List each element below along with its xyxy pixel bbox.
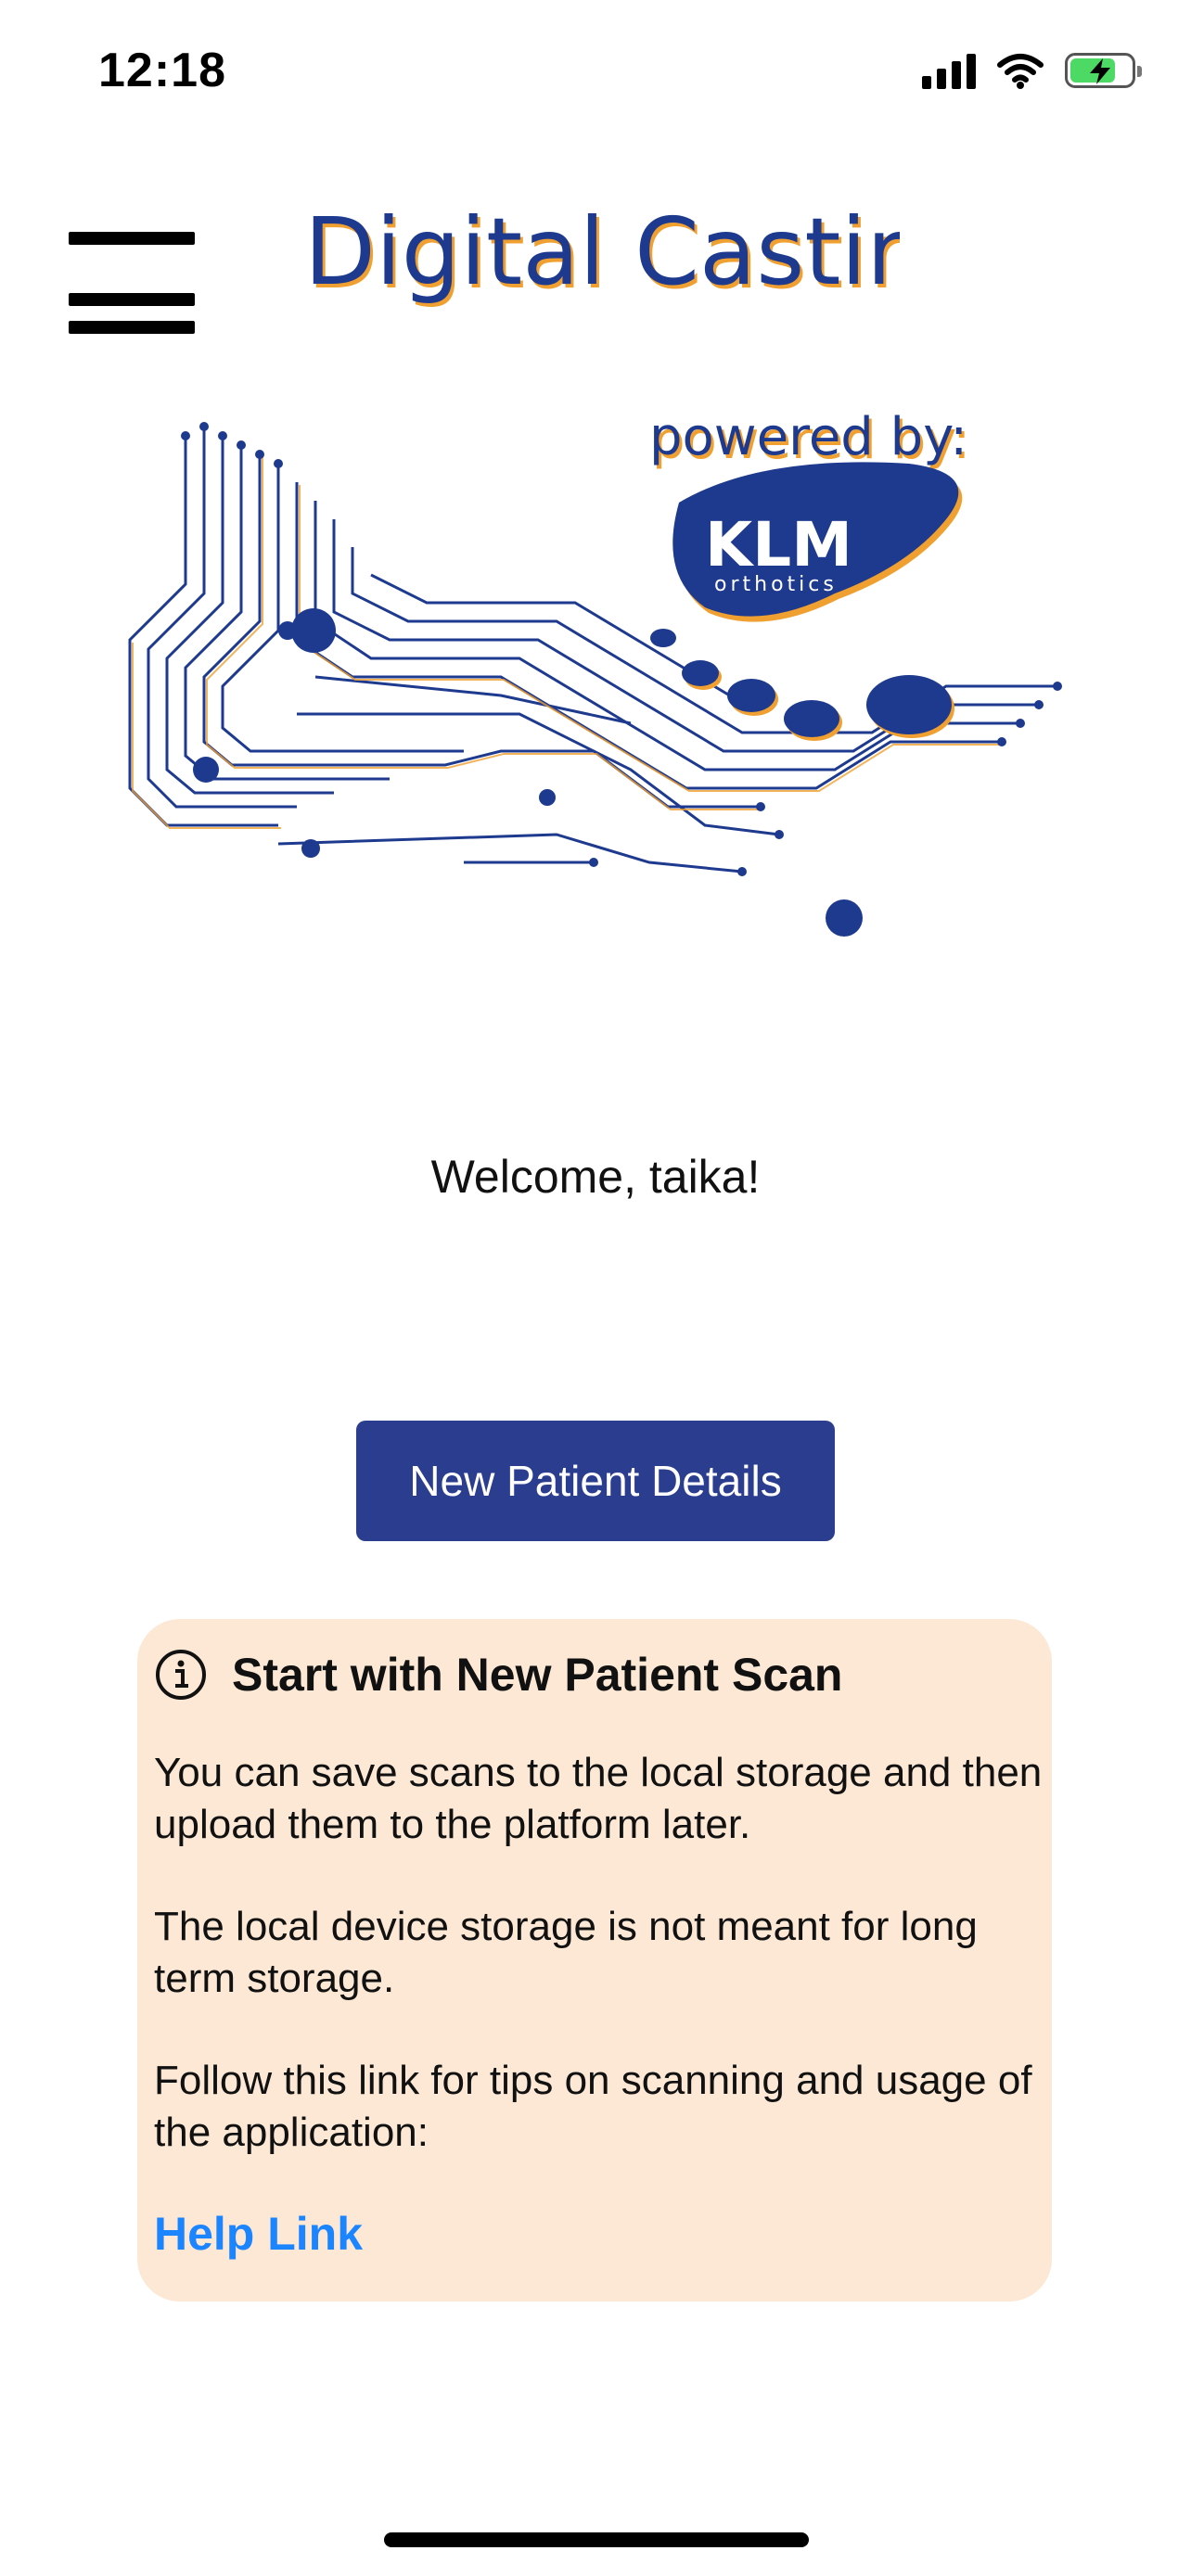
signal-icon <box>922 52 976 89</box>
battery-charging-icon <box>1065 53 1142 88</box>
powered-by-text: powered by: <box>649 407 967 467</box>
new-patient-details-button[interactable]: New Patient Details <box>356 1421 835 1541</box>
app-title: Digital Casting <box>304 198 900 306</box>
info-icon <box>156 1650 206 1700</box>
info-card-header: Start with New Patient Scan <box>154 1645 1052 1704</box>
app-header: Digital Casting Digital Casting <box>0 176 1191 334</box>
status-icons <box>922 52 1142 89</box>
welcome-message: Welcome, taika! <box>430 1151 761 1203</box>
wifi-icon <box>997 54 1044 89</box>
help-link[interactable]: Help Link <box>154 2207 363 2261</box>
hero-illustration: powered by: powered by: KLM orthotics <box>128 407 1062 937</box>
info-paragraph-save: You can save scans to the local storage … <box>154 1750 1043 1847</box>
menu-bar <box>69 293 195 306</box>
info-paragraph-tips: Follow this link for tips on scanning an… <box>154 2058 1032 2155</box>
menu-bar <box>69 232 195 245</box>
klm-text: KLM <box>705 509 852 580</box>
home-indicator[interactable] <box>384 2532 809 2547</box>
klm-brand-logo: powered by: powered by: KLM orthotics <box>649 407 970 741</box>
menu-button[interactable] <box>69 204 195 334</box>
info-paragraph-storage: The local device storage is not meant fo… <box>154 1904 978 2001</box>
app-logo: Digital Casting Digital Casting <box>304 198 900 310</box>
status-bar: 12:18 <box>0 0 1191 148</box>
orthotics-text: orthotics <box>714 573 838 596</box>
status-time: 12:18 <box>98 44 226 97</box>
menu-bar <box>69 321 195 334</box>
info-card-title: Start with New Patient Scan <box>232 1649 843 1701</box>
info-card: Start with New Patient Scan You can save… <box>137 1619 1052 2302</box>
toe-prints <box>650 629 954 741</box>
